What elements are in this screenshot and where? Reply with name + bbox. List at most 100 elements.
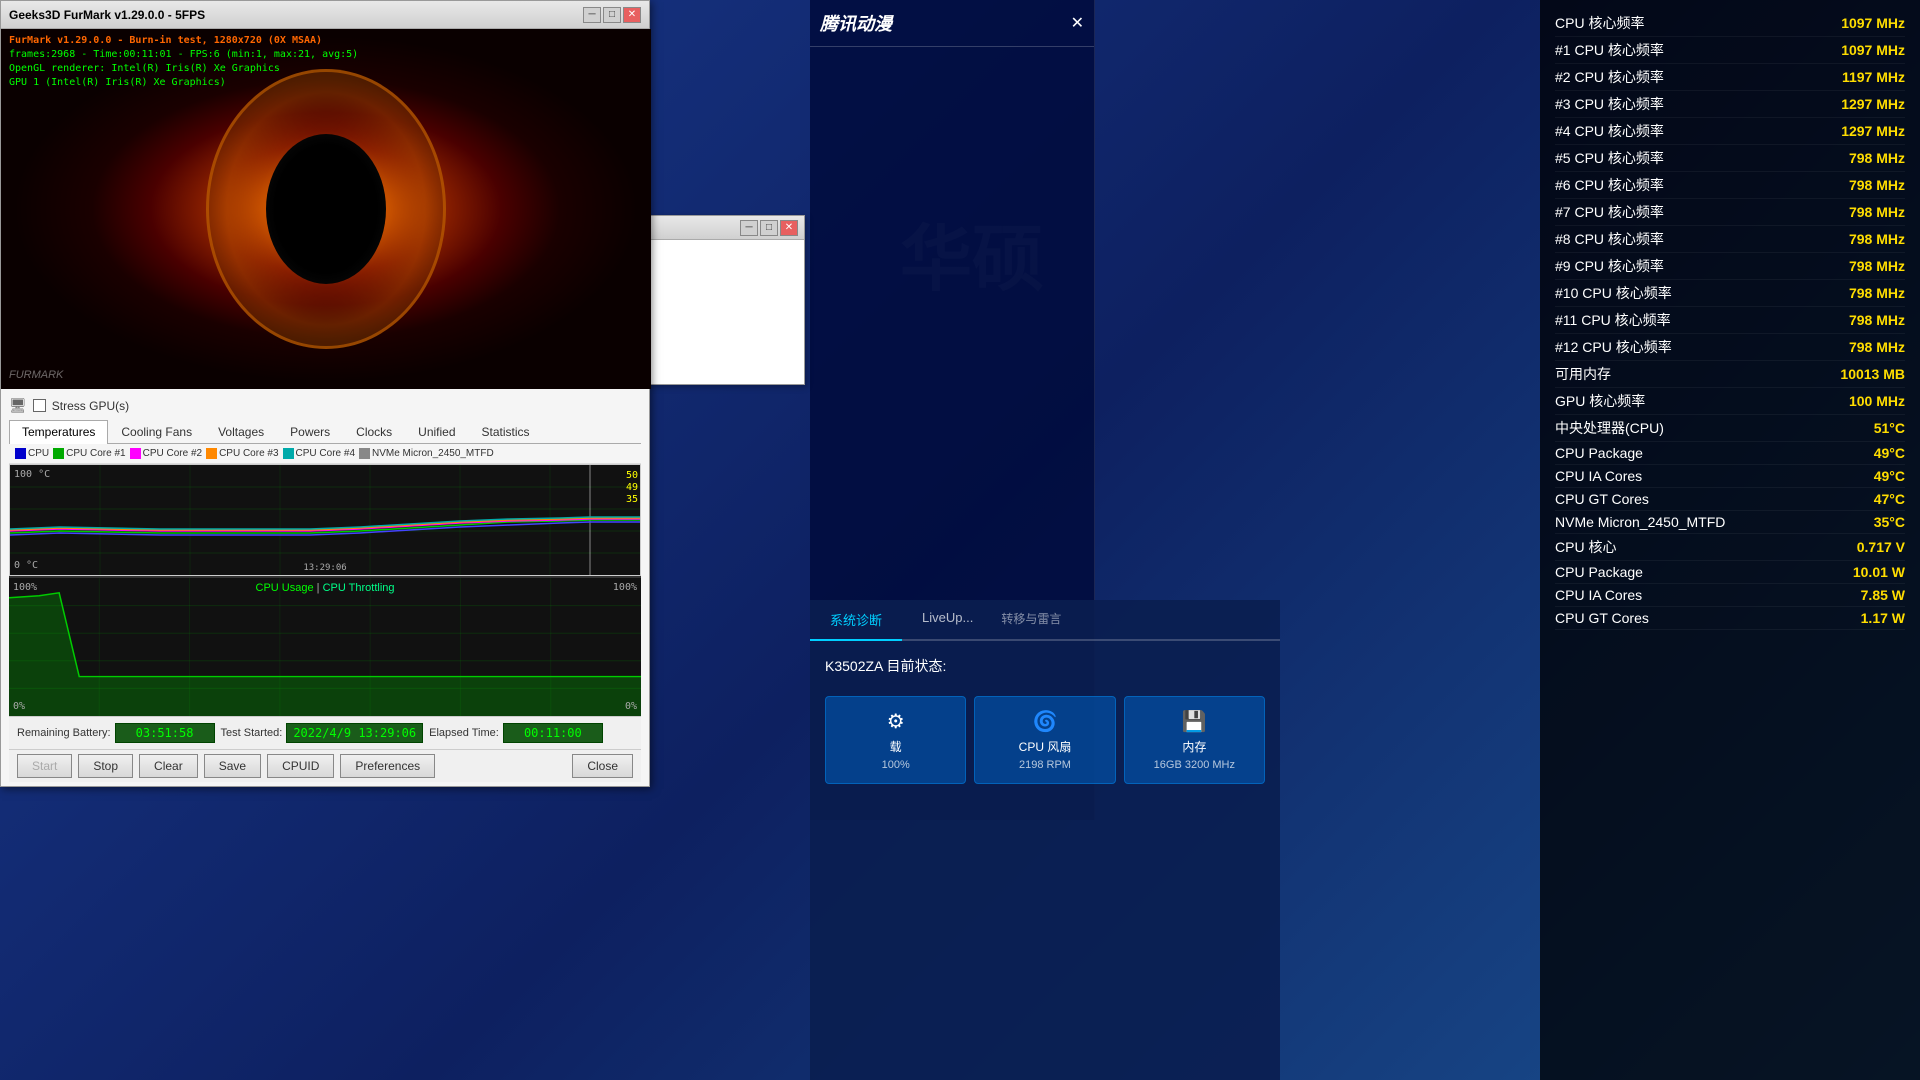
legend-nvme-checkbox[interactable] <box>359 448 370 459</box>
stat-value: 7.85 W <box>1861 587 1905 603</box>
preferences-button[interactable]: Preferences <box>340 754 435 778</box>
sec-close-button[interactable]: ✕ <box>780 220 798 236</box>
diag-tab-liveup[interactable]: LiveUp... <box>902 600 993 639</box>
close-button[interactable]: Close <box>572 754 633 778</box>
sec-minimize-button[interactable]: ─ <box>740 220 758 236</box>
stat-row: #9 CPU 核心频率798 MHz <box>1555 253 1905 280</box>
memory-label: 内存 <box>1133 738 1256 755</box>
stat-label: CPU GT Cores <box>1555 610 1649 626</box>
sec-window-content <box>641 240 804 384</box>
temp-chart-container: 100 °C 0 °C <box>9 464 641 576</box>
stress-checkbox[interactable] <box>33 399 46 412</box>
stat-value: 1297 MHz <box>1841 96 1905 112</box>
tab-voltages[interactable]: Voltages <box>205 420 277 443</box>
tencent-logo-area: 腾讯动漫 ✕ <box>810 0 1094 47</box>
furmark-window: Geeks3D FurMark v1.29.0.0 - 5FPS ─ □ ✕ F… <box>0 0 650 787</box>
legend-cpu: CPU <box>15 448 49 459</box>
tab-temperatures[interactable]: Temperatures <box>9 420 108 444</box>
stat-value: 1097 MHz <box>1841 15 1905 31</box>
stat-row: CPU GT Cores 1.17 W <box>1555 607 1905 630</box>
diag-content: K3502ZA 目前状态: ⚙ 载 100% 🌀 CPU 风扇 2198 RPM… <box>810 641 1280 799</box>
cpu-max-right: 100% <box>613 582 637 593</box>
memory-value: 16GB 3200 MHz <box>1133 759 1256 771</box>
test-started-value: 2022/4/9 13:29:06 <box>286 723 423 743</box>
stat-row: CPU 核心频率 1097 MHz <box>1555 10 1905 37</box>
stat-row: CPU IA Cores49°C <box>1555 465 1905 488</box>
elapsed-time-label: Elapsed Time: <box>429 727 499 739</box>
stat-row: #2 CPU 核心频率 1197 MHz <box>1555 64 1905 91</box>
cpuid-button[interactable]: CPUID <box>267 754 334 778</box>
stat-value: 798 MHz <box>1849 177 1905 193</box>
stop-button[interactable]: Stop <box>78 754 133 778</box>
window-controls: ─ □ ✕ <box>583 7 641 23</box>
diag-btn-load[interactable]: ⚙ 载 100% <box>825 696 966 784</box>
furmark-watermark: FURMARK <box>9 369 63 381</box>
stat-row: #7 CPU 核心频率798 MHz <box>1555 199 1905 226</box>
legend-core4-checkbox[interactable] <box>283 448 294 459</box>
stat-label: CPU IA Cores <box>1555 587 1642 603</box>
stat-row: CPU Package49°C <box>1555 442 1905 465</box>
sec-maximize-button[interactable]: □ <box>760 220 778 236</box>
stat-label: CPU 核心 <box>1555 537 1616 557</box>
stat-value: 1097 MHz <box>1841 42 1905 58</box>
stat-value: 798 MHz <box>1849 204 1905 220</box>
temp-chart-svg <box>10 465 640 575</box>
diag-tab-system[interactable]: 系统诊断 <box>810 600 902 641</box>
stats-container: CPU 核心频率1097 MHz#1 CPU 核心频率1097 MHz#2 CP… <box>1555 10 1905 630</box>
sec-window-titlebar: ─ □ ✕ <box>641 216 804 240</box>
save-button[interactable]: Save <box>204 754 261 778</box>
cpu-throttling-label: CPU Throttling <box>323 582 395 594</box>
cpu-max-left: 100% <box>13 582 37 593</box>
furmark-title: Geeks3D FurMark v1.29.0.0 - 5FPS <box>9 8 205 22</box>
stat-row: #1 CPU 核心频率1097 MHz <box>1555 37 1905 64</box>
fan-label: CPU 风扇 <box>983 738 1106 755</box>
device-name: K3502ZA 目前状态: <box>825 658 946 674</box>
clear-button[interactable]: Clear <box>139 754 198 778</box>
diag-btn-memory[interactable]: 💾 内存 16GB 3200 MHz <box>1124 696 1265 784</box>
stat-value: 49°C <box>1874 445 1905 461</box>
legend-cpu-checkbox[interactable] <box>15 448 26 459</box>
stat-value: 100 MHz <box>1849 393 1905 409</box>
stat-row: #4 CPU 核心频率1297 MHz <box>1555 118 1905 145</box>
cpu-usage-label: CPU Usage <box>256 582 314 594</box>
temp-min-label: 0 °C <box>14 560 38 571</box>
stat-label: #5 CPU 核心频率 <box>1555 148 1664 168</box>
close-window-button[interactable]: ✕ <box>623 7 641 23</box>
fan-icon: 🌀 <box>983 709 1106 734</box>
legend-core4: CPU Core #4 <box>283 448 355 459</box>
stat-value: 10.01 W <box>1853 564 1905 580</box>
tencent-close-icon[interactable]: ✕ <box>1071 13 1084 33</box>
legend-core1: CPU Core #1 <box>53 448 125 459</box>
tabs-row: Temperatures Cooling Fans Voltages Power… <box>9 420 641 444</box>
load-icon: ⚙ <box>834 709 957 734</box>
furmark-titlebar: Geeks3D FurMark v1.29.0.0 - 5FPS ─ □ ✕ <box>1 1 649 29</box>
device-status: K3502ZA 目前状态: <box>825 656 1265 676</box>
stat-label: #2 CPU 核心频率 <box>1555 67 1664 87</box>
legend-core4-label: CPU Core #4 <box>296 448 355 459</box>
stat-value: 1.17 W <box>1861 610 1905 626</box>
stat-row: #10 CPU 核心频率798 MHz <box>1555 280 1905 307</box>
maximize-button[interactable]: □ <box>603 7 621 23</box>
stat-label: CPU Package <box>1555 564 1643 580</box>
legend-core2-checkbox[interactable] <box>130 448 141 459</box>
test-started-field: Test Started: 2022/4/9 13:29:06 <box>221 723 424 743</box>
tab-unified[interactable]: Unified <box>405 420 468 443</box>
remaining-battery-value: 03:51:58 <box>115 723 215 743</box>
stat-value: 1197 MHz <box>1842 69 1905 85</box>
legend-core3-checkbox[interactable] <box>206 448 217 459</box>
minimize-button[interactable]: ─ <box>583 7 601 23</box>
tab-clocks[interactable]: Clocks <box>343 420 405 443</box>
tab-powers[interactable]: Powers <box>277 420 343 443</box>
tab-cooling-fans[interactable]: Cooling Fans <box>108 420 205 443</box>
stat-label: 可用内存 <box>1555 364 1611 384</box>
tab-statistics[interactable]: Statistics <box>469 420 543 443</box>
diag-btn-fan[interactable]: 🌀 CPU 风扇 2198 RPM <box>974 696 1115 784</box>
legend-core1-checkbox[interactable] <box>53 448 64 459</box>
stress-row: 🖥 Stress GPU(s) <box>9 393 641 418</box>
stat-value: 798 MHz <box>1849 285 1905 301</box>
tencent-logo: 腾讯动漫 <box>820 10 892 36</box>
overlay-line-3: OpenGL renderer: Intel(R) Iris(R) Xe Gra… <box>9 62 358 76</box>
gpu-icon: 🖥 <box>9 397 27 414</box>
stat-label: CPU GT Cores <box>1555 491 1649 507</box>
stat-label: CPU 核心频率 <box>1555 13 1644 33</box>
